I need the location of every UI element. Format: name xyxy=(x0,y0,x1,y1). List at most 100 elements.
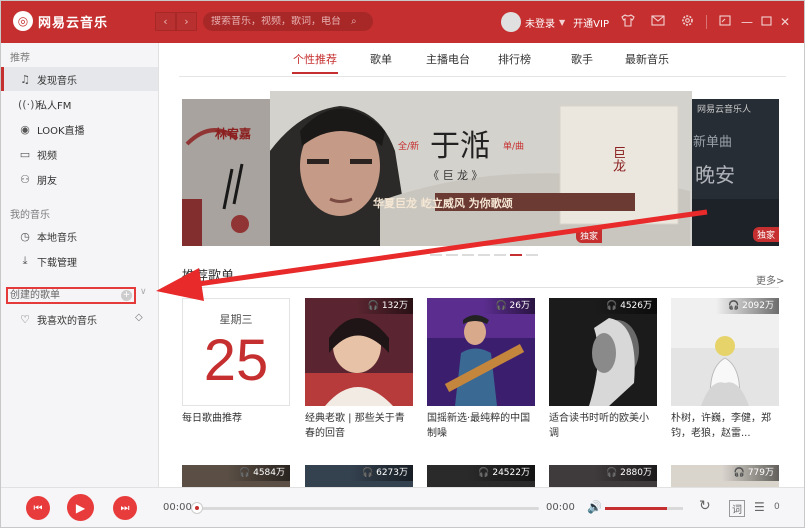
playlist-card[interactable]: 🎧 4526万 适合读书时听的欧美小调 xyxy=(549,298,657,448)
tab-artists[interactable]: 歌手 xyxy=(571,51,593,67)
tab-new-music[interactable]: 最新音乐 xyxy=(625,51,669,67)
lyrics-button[interactable]: 词 xyxy=(729,500,745,517)
playlist-cover[interactable]: 🎧 2092万 xyxy=(671,298,779,406)
sidebar-item-fm[interactable]: ((·)) 私人FM xyxy=(1,92,158,116)
add-playlist-icon[interactable]: + xyxy=(121,290,132,301)
playlist-cover[interactable]: 🎧 4526万 xyxy=(549,298,657,406)
playlist-cover[interactable]: 🎧 26万 xyxy=(427,298,535,406)
carousel-dot[interactable] xyxy=(446,254,458,256)
playlist-cover-image xyxy=(427,298,535,406)
minimize-icon[interactable]: — xyxy=(741,15,753,29)
banner-dim-overlay xyxy=(182,99,272,246)
play-button[interactable]: ▶ xyxy=(67,494,94,521)
mini-mode-icon[interactable] xyxy=(719,15,731,29)
play-count: 🎧 779万 xyxy=(721,465,779,481)
play-count-value: 26万 xyxy=(509,301,530,311)
banner-side-left[interactable]: 林宥嘉 xyxy=(182,99,272,246)
playlist-title[interactable]: 经典老歌 | 那些关于青春的回音 xyxy=(305,411,413,441)
maximize-icon[interactable] xyxy=(761,15,772,29)
progress-track[interactable] xyxy=(191,507,539,510)
carousel-dot[interactable] xyxy=(430,254,442,256)
app-logo[interactable]: ◎ 网易云音乐 xyxy=(13,11,108,31)
playlist-cover[interactable]: 🎧 132万 xyxy=(305,298,413,406)
search-box[interactable]: ⌕ xyxy=(203,12,373,31)
search-input[interactable] xyxy=(211,16,351,27)
player-bar: ⏮ ▶ ⏭ 00:00 00:00 🔊 ↻ 词 ☰ 0 xyxy=(1,487,804,527)
playlist-cover[interactable]: 🎧 2880万 xyxy=(549,465,657,487)
playlist-title[interactable]: 朴树，许巍，李健，郑钧，老狼，赵雷... xyxy=(671,411,779,441)
playlist-queue-icon[interactable]: ☰ xyxy=(754,500,765,514)
previous-button[interactable]: ⏮ xyxy=(26,496,50,520)
playlist-cover[interactable]: 🎧 24522万 xyxy=(427,465,535,487)
banner-right-text-2: 晚安 xyxy=(695,163,735,187)
playlist-cover[interactable]: 🎧 4584万 xyxy=(182,465,290,487)
volume-icon[interactable]: 🔊 xyxy=(587,500,602,514)
tab-recommend[interactable]: 个性推荐 xyxy=(293,51,337,67)
banner-artist: 于湉 xyxy=(430,129,490,164)
gear-icon[interactable] xyxy=(681,14,694,30)
avatar[interactable] xyxy=(501,12,521,32)
playlist-cover[interactable]: 🎧 6273万 xyxy=(305,465,413,487)
playlist-title[interactable]: 适合读书时听的欧美小调 xyxy=(549,411,657,441)
carousel-dot-active[interactable] xyxy=(510,254,522,256)
progress-knob[interactable] xyxy=(191,502,203,514)
sidebar-item-discover[interactable]: ♫ 发现音乐 xyxy=(1,67,158,91)
play-count-value: 24522万 xyxy=(492,468,530,478)
caret-down-icon[interactable]: ▼ xyxy=(559,18,565,27)
section-title[interactable]: 推荐歌单 xyxy=(182,265,234,284)
mail-icon[interactable] xyxy=(651,15,665,29)
carousel-dot[interactable] xyxy=(478,254,490,256)
sidebar-heading-recommend: 推荐 xyxy=(10,53,30,64)
sidebar-item-label: 本地音乐 xyxy=(37,232,77,244)
play-count-value: 6273万 xyxy=(376,468,408,478)
banner-right-text-1: 新单曲 xyxy=(693,135,733,150)
back-arrow-icon[interactable]: ‹ xyxy=(155,12,176,31)
forward-arrow-icon[interactable]: › xyxy=(176,12,197,31)
daily-recommend-card[interactable]: 星期三 25 每日歌曲推荐 xyxy=(182,298,290,448)
sidebar-item-downloads[interactable]: ⤓ 下载管理 xyxy=(1,249,158,273)
banner-main[interactable]: 全/新 于湉 单/曲 《 巨 龙 》 华夏巨龙 屹立威风 为你歌颂 巨龙 xyxy=(270,91,692,246)
carousel-dot[interactable] xyxy=(494,254,506,256)
heartbeat-mode-icon[interactable]: ◇ xyxy=(135,312,143,323)
tab-charts[interactable]: 排行榜 xyxy=(498,51,531,67)
discover-tabs: 个性推荐 歌单 主播电台 排行榜 歌手 最新音乐 xyxy=(159,43,804,76)
banner-carousel[interactable]: 林宥嘉 网易云音乐人 新单曲 晚安 独家 全/新 于湉 单/曲 《 巨 龙 》 … xyxy=(182,91,779,246)
playlist-card[interactable]: 🎧 26万 国摇新选·最纯粹的中国制噪 xyxy=(427,298,535,448)
daily-recommend-title[interactable]: 每日歌曲推荐 xyxy=(182,411,290,426)
carousel-dot[interactable] xyxy=(462,254,474,256)
login-link[interactable]: 未登录 xyxy=(525,15,555,30)
playlist-card[interactable]: 🎧 132万 经典老歌 | 那些关于青春的回音 xyxy=(305,298,413,448)
chevron-down-icon[interactable]: ∨ xyxy=(140,287,147,297)
sidebar-item-label: 私人FM xyxy=(37,100,72,112)
play-count: 🎧 4526万 xyxy=(594,298,657,314)
loop-icon[interactable]: ↻ xyxy=(699,498,711,514)
divider xyxy=(182,287,779,288)
play-count: 🎧 2092万 xyxy=(716,298,779,314)
app-window: ◎ 网易云音乐 ‹ › ⌕ 未登录 ▼ 开通VIP xyxy=(0,0,805,528)
playlist-title[interactable]: 国摇新选·最纯粹的中国制噪 xyxy=(427,411,535,441)
more-link[interactable]: 更多> xyxy=(756,272,784,287)
banner-song: 《 巨 龙 》 xyxy=(428,169,483,182)
carousel-dot[interactable] xyxy=(526,254,538,256)
created-playlists-header[interactable]: 创建的歌单 + xyxy=(6,287,136,304)
volume-slider[interactable] xyxy=(605,507,683,510)
playlist-cover[interactable]: 🎧 779万 xyxy=(671,465,779,487)
tshirt-icon[interactable] xyxy=(621,14,635,30)
sidebar-item-friends[interactable]: ⚇ 朋友 xyxy=(1,167,158,191)
banner-tag-right: 单/曲 xyxy=(503,142,525,152)
tab-radio[interactable]: 主播电台 xyxy=(426,51,470,67)
banner-side-right[interactable]: 网易云音乐人 新单曲 晚安 独家 xyxy=(691,99,779,246)
queue-count: 0 xyxy=(774,502,780,512)
vip-link[interactable]: 开通VIP xyxy=(573,15,609,30)
playlist-card[interactable]: 🎧 2092万 朴树，许巍，李健，郑钧，老狼，赵雷... xyxy=(671,298,779,448)
sidebar-item-local-music[interactable]: ◷ 本地音乐 xyxy=(1,224,158,248)
close-icon[interactable]: ✕ xyxy=(780,15,790,29)
sidebar-item-video[interactable]: ▭ 视频 xyxy=(1,142,158,166)
next-button[interactable]: ⏭ xyxy=(113,496,137,520)
sidebar-item-live[interactable]: ◉ LOOK直播 xyxy=(1,117,158,141)
search-icon[interactable]: ⌕ xyxy=(351,16,357,27)
sidebar-item-label: 朋友 xyxy=(37,175,57,187)
tab-playlists[interactable]: 歌单 xyxy=(370,51,392,67)
daily-recommend-cover[interactable]: 星期三 25 xyxy=(182,298,290,406)
sidebar-item-liked-music[interactable]: ♡ 我喜欢的音乐 ◇ xyxy=(1,307,158,331)
